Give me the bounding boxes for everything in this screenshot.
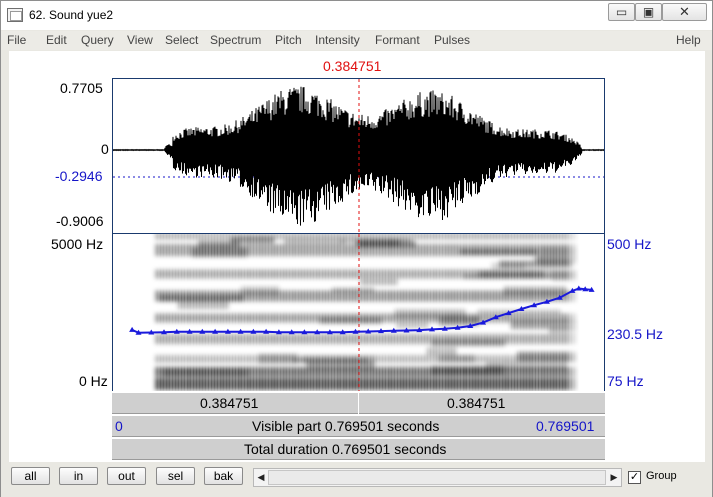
pitch-mid-label: 230.5 Hz bbox=[607, 326, 664, 342]
menu-edit[interactable]: Edit bbox=[46, 33, 67, 47]
menu-pulses[interactable]: Pulses bbox=[434, 33, 470, 47]
app-icon bbox=[7, 8, 23, 22]
waveform-min-label: -0.9006 bbox=[56, 213, 104, 229]
title-bar[interactable]: 62. Sound yue2 ▭ ▣ ✕ bbox=[1, 1, 712, 30]
minimize-icon: ▭ bbox=[615, 5, 628, 19]
group-checkbox[interactable]: ✓ bbox=[628, 471, 641, 484]
menu-pitch[interactable]: Pitch bbox=[275, 33, 302, 47]
minimize-button[interactable]: ▭ bbox=[608, 3, 635, 21]
window-title: 62. Sound yue2 bbox=[29, 8, 114, 22]
spectrogram-plot bbox=[113, 234, 604, 391]
praat-sound-window: 62. Sound yue2 ▭ ▣ ✕ File Edit Query Vie… bbox=[0, 0, 713, 497]
menu-spectrum[interactable]: Spectrum bbox=[210, 33, 261, 47]
pitch-bottom-label: 75 Hz bbox=[607, 373, 644, 389]
scrollbar-thumb[interactable] bbox=[268, 470, 606, 485]
scroll-left-arrow-icon[interactable]: ◀ bbox=[254, 469, 268, 486]
waveform-max-label: 0.7705 bbox=[60, 80, 103, 96]
menu-formant[interactable]: Formant bbox=[375, 33, 420, 47]
cursor-time-label: 0.384751 bbox=[323, 58, 382, 74]
total-duration-bar[interactable]: Total duration 0.769501 seconds bbox=[112, 438, 605, 460]
waveform-view[interactable] bbox=[112, 78, 605, 234]
zoom-out-button[interactable]: out bbox=[107, 467, 146, 485]
spectrogram-view[interactable] bbox=[112, 234, 605, 391]
scroll-right-arrow-icon[interactable]: ▶ bbox=[607, 469, 621, 486]
menu-query[interactable]: Query bbox=[81, 33, 114, 47]
zoom-in-button[interactable]: in bbox=[59, 467, 98, 485]
visible-part-label: Visible part 0.769501 seconds bbox=[252, 418, 440, 434]
menu-select[interactable]: Select bbox=[165, 33, 198, 47]
spectrogram-top-freq-label: 5000 Hz bbox=[51, 236, 104, 252]
total-duration-label: Total duration 0.769501 seconds bbox=[244, 441, 447, 457]
time-scrollbar[interactable]: ◀ ▶ bbox=[253, 468, 622, 487]
waveform-zero-label: 0 bbox=[101, 141, 109, 157]
segment-right-duration: 0.384751 bbox=[447, 395, 506, 411]
zoom-selection-button[interactable]: sel bbox=[156, 467, 195, 485]
pitch-top-label: 500 Hz bbox=[607, 236, 652, 252]
visible-part-bar[interactable]: 0 Visible part 0.769501 seconds 0.769501 bbox=[112, 415, 605, 437]
segment-right-bar[interactable]: 0.384751 bbox=[359, 392, 605, 414]
close-icon: ✕ bbox=[679, 4, 690, 19]
segment-left-bar[interactable]: 0.384751 bbox=[112, 392, 358, 414]
menu-file[interactable]: File bbox=[7, 33, 26, 47]
maximize-button[interactable]: ▣ bbox=[635, 3, 662, 21]
visible-end-time: 0.769501 bbox=[536, 418, 595, 434]
bottom-toolbar: all in out sel bak ◀ ▶ ✓ Group bbox=[1, 463, 712, 497]
visible-start-time: 0 bbox=[115, 418, 123, 434]
menu-help[interactable]: Help bbox=[676, 33, 701, 47]
menu-view[interactable]: View bbox=[127, 33, 153, 47]
close-button[interactable]: ✕ bbox=[662, 3, 707, 21]
spectrogram-bottom-freq-label: 0 Hz bbox=[79, 373, 108, 389]
menu-bar: File Edit Query View Select Spectrum Pit… bbox=[1, 31, 712, 50]
segment-left-duration: 0.384751 bbox=[200, 395, 259, 411]
zoom-back-button[interactable]: bak bbox=[204, 467, 243, 485]
waveform-plot bbox=[113, 79, 604, 233]
waveform-trace bbox=[113, 86, 604, 226]
menu-intensity[interactable]: Intensity bbox=[315, 33, 360, 47]
waveform-selection-value: -0.2946 bbox=[55, 168, 103, 184]
group-label: Group bbox=[646, 470, 677, 482]
zoom-all-button[interactable]: all bbox=[11, 467, 50, 485]
maximize-icon: ▣ bbox=[642, 5, 655, 19]
